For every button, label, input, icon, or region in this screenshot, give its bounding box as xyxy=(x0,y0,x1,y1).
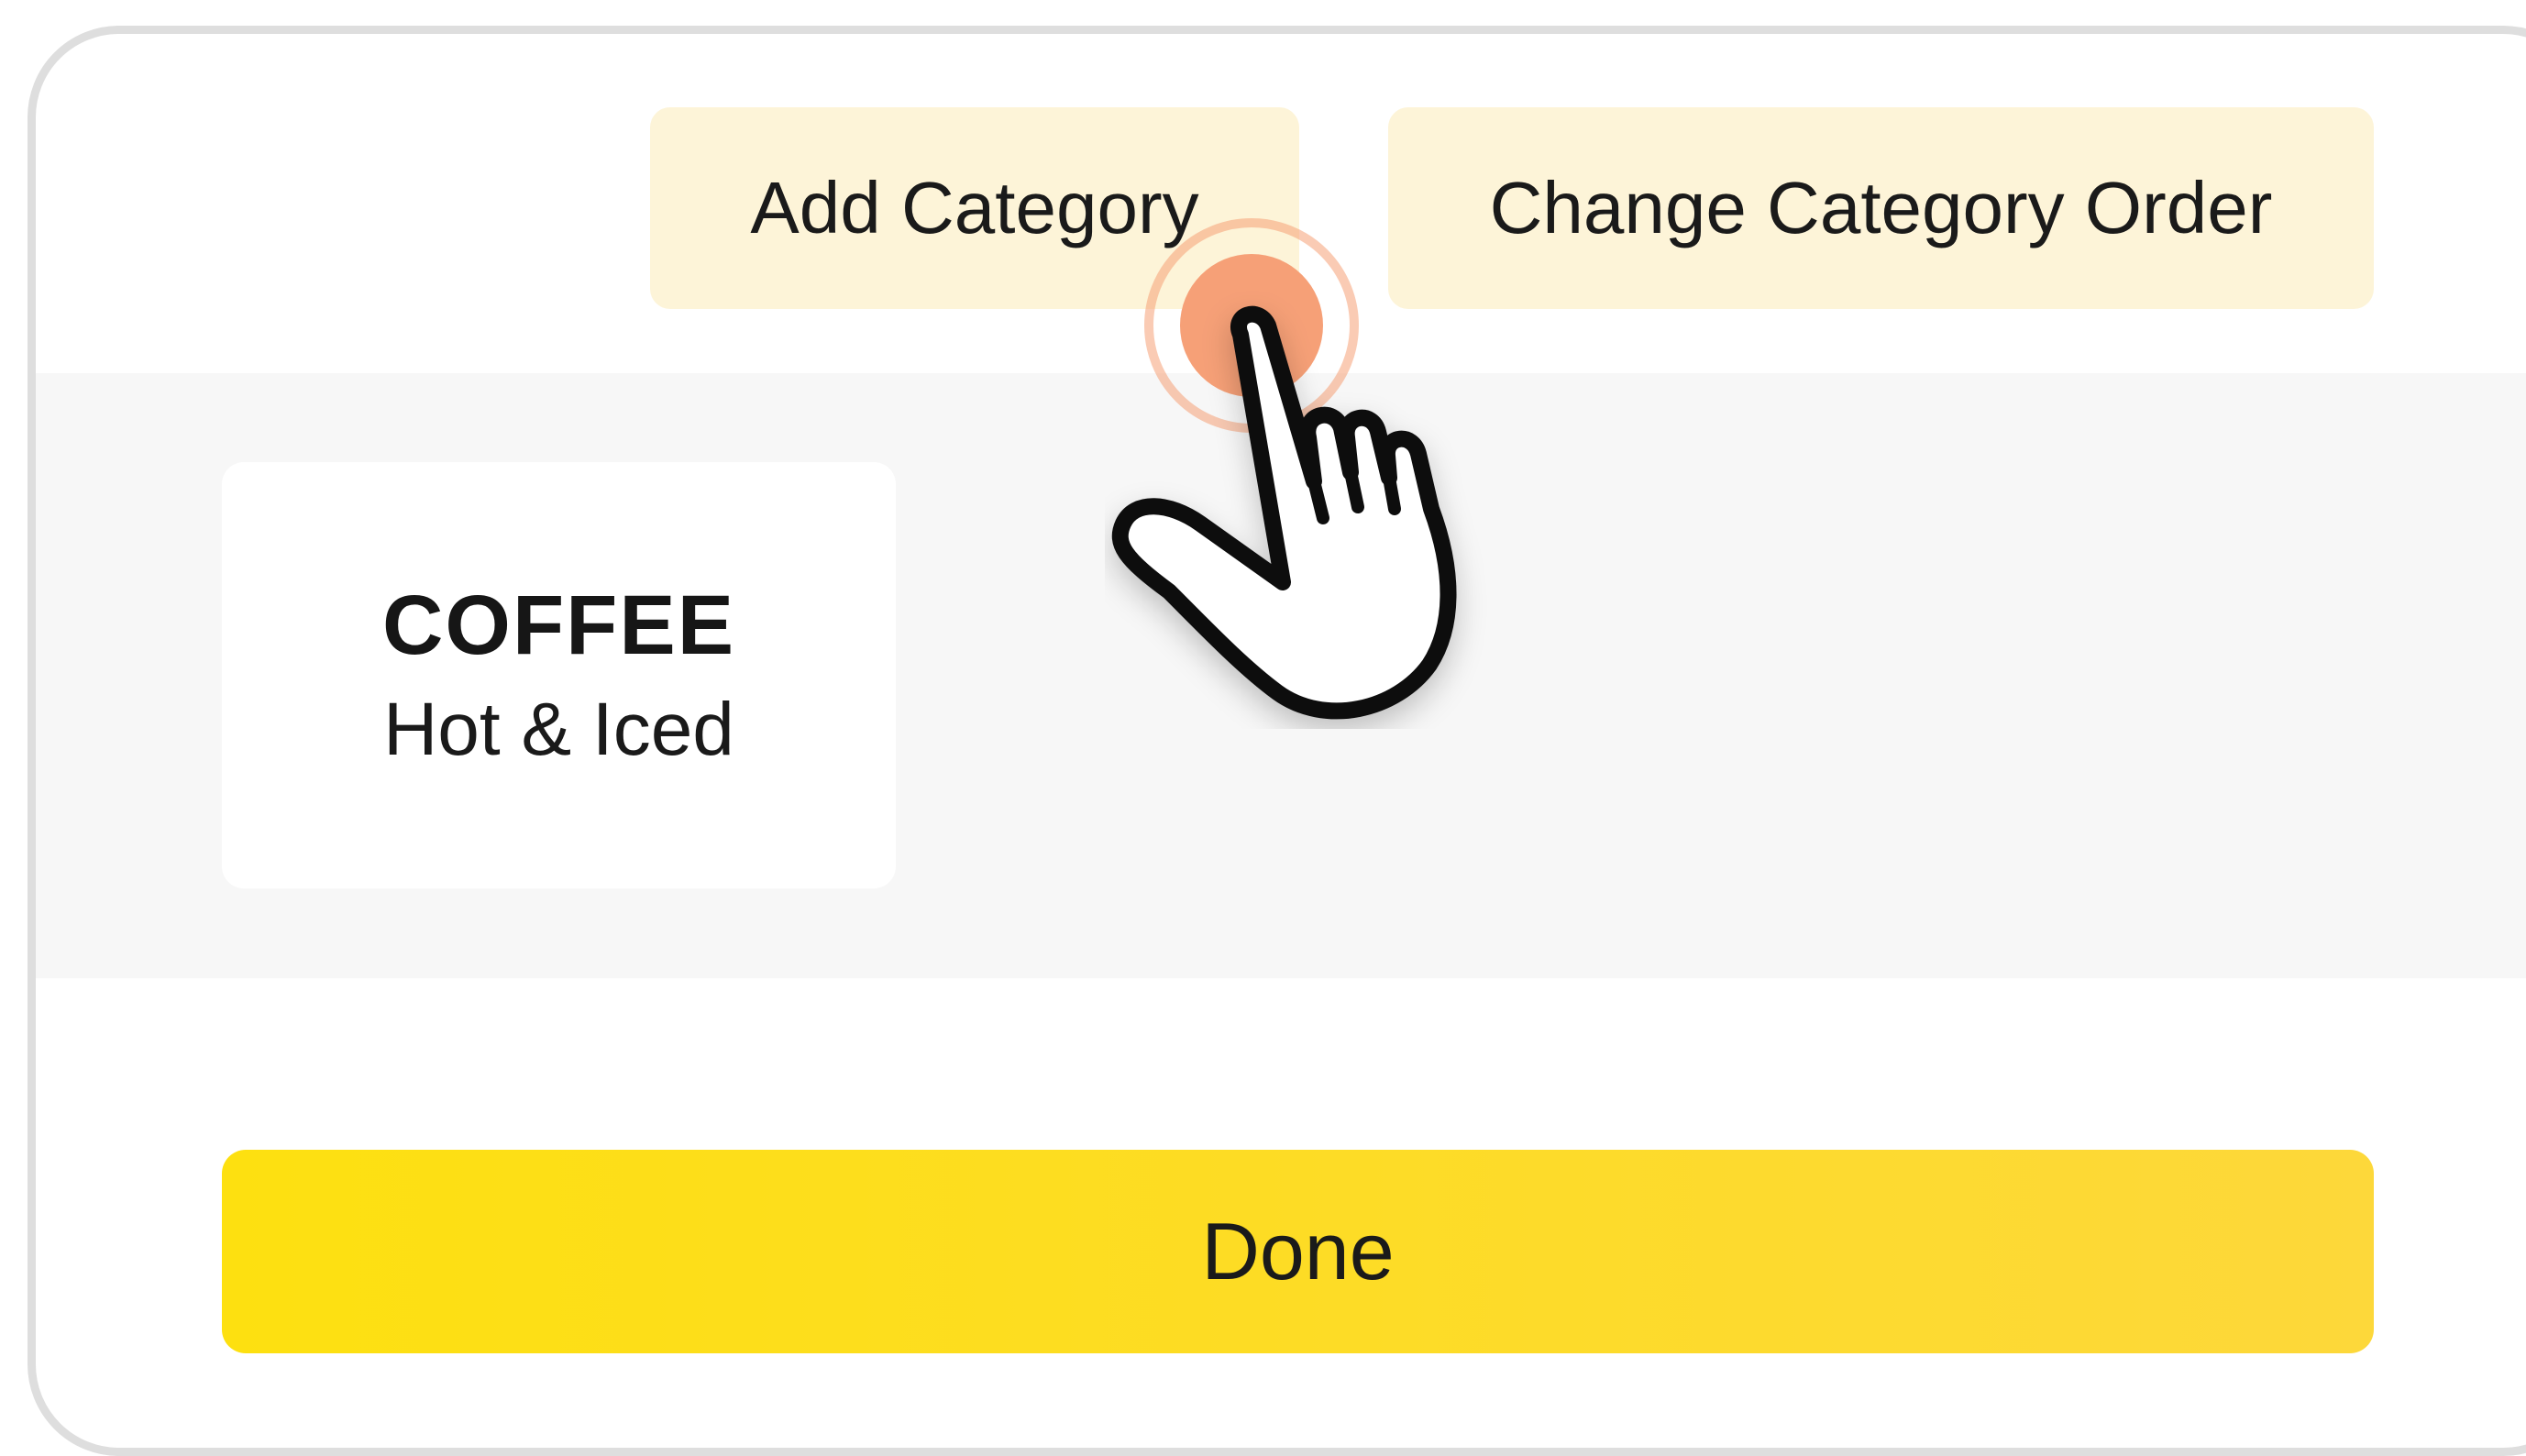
done-button[interactable]: Done xyxy=(222,1150,2374,1353)
category-list: COFFEE Hot & Iced xyxy=(36,373,2526,978)
change-category-order-button[interactable]: Change Category Order xyxy=(1388,107,2374,309)
category-name: COFFEE xyxy=(381,578,736,672)
category-edit-panel: Add Category Change Category Order COFFE… xyxy=(28,26,2526,1456)
category-card-coffee[interactable]: COFFEE Hot & Iced xyxy=(222,462,896,888)
add-category-button[interactable]: Add Category xyxy=(650,107,1299,309)
category-subtitle: Hot & Iced xyxy=(383,688,734,771)
